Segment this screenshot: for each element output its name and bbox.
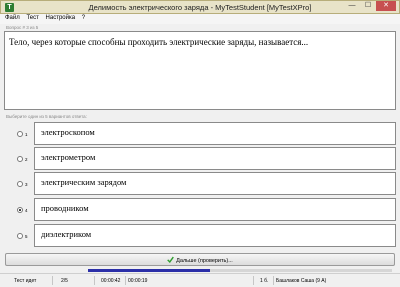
answer-box[interactable]: проводником bbox=[34, 198, 396, 221]
answer-number: 3 bbox=[25, 182, 28, 187]
status-elapsed-time: 00:00:42 bbox=[101, 278, 121, 284]
answers-hint: Выберите один из 5 вариантов ответа: bbox=[6, 114, 87, 119]
question-text: Тело, через которые способны проходить э… bbox=[9, 37, 309, 47]
radio-button[interactable] bbox=[17, 131, 23, 137]
close-button[interactable]: ✕ bbox=[376, 1, 396, 11]
answer-option-3[interactable]: 3 электрическим зарядом bbox=[4, 172, 396, 195]
window-title: Делимость электрического заряда - MyTest… bbox=[88, 3, 312, 12]
status-state: Тест идет bbox=[14, 278, 37, 284]
radio-button-checked[interactable] bbox=[17, 207, 23, 213]
answer-radio-wrap[interactable]: 4 bbox=[4, 198, 34, 221]
answer-number: 1 bbox=[25, 132, 28, 137]
answer-box[interactable]: диэлектриком bbox=[34, 224, 396, 247]
answer-text: проводником bbox=[41, 203, 89, 213]
answer-text: электроскопом bbox=[41, 127, 95, 137]
check-icon bbox=[167, 256, 175, 263]
answer-text: электрометром bbox=[41, 152, 96, 162]
title-bar: T Делимость электрического заряда - MyTe… bbox=[0, 0, 400, 14]
status-question-time: 00:00:19 bbox=[128, 278, 148, 284]
radio-button[interactable] bbox=[17, 156, 23, 162]
menu-item-file[interactable]: Файл bbox=[5, 14, 20, 23]
answer-box[interactable]: электрометром bbox=[34, 147, 396, 170]
next-button-content: Дальше (проверить)... bbox=[6, 256, 394, 264]
menu-item-test[interactable]: Тест bbox=[26, 14, 38, 23]
status-score: 1 б. bbox=[260, 278, 269, 284]
question-panel: Тело, через которые способны проходить э… bbox=[4, 31, 396, 110]
status-separator bbox=[125, 276, 126, 285]
answer-option-1[interactable]: 1 электроскопом bbox=[4, 122, 396, 145]
menu-item-settings[interactable]: Настройка bbox=[46, 14, 76, 23]
next-button-label: Дальше (проверить)... bbox=[176, 258, 233, 264]
status-user: Башлаков Саша (9 А) bbox=[276, 278, 327, 284]
answer-radio-wrap[interactable]: 3 bbox=[4, 172, 34, 195]
status-separator bbox=[94, 276, 95, 285]
radio-button[interactable] bbox=[17, 233, 23, 239]
answer-radio-wrap[interactable]: 5 bbox=[4, 224, 34, 247]
answer-box[interactable]: электрическим зарядом bbox=[34, 172, 396, 195]
status-question-count: 2/5 bbox=[61, 278, 68, 284]
answer-radio-wrap[interactable]: 2 bbox=[4, 147, 34, 170]
test-progress-bar bbox=[88, 269, 392, 272]
answer-text: электрическим зарядом bbox=[41, 177, 127, 187]
answer-radio-wrap[interactable]: 1 bbox=[4, 122, 34, 145]
answer-number: 4 bbox=[25, 208, 28, 213]
status-separator bbox=[52, 276, 53, 285]
answer-text: диэлектриком bbox=[41, 229, 92, 239]
question-number-label: Вопрос # 3 из 5 bbox=[6, 25, 39, 30]
menu-bar: Файл Тест Настройка ? bbox=[0, 14, 400, 24]
minimize-button[interactable]: — bbox=[345, 1, 359, 11]
answer-option-2[interactable]: 2 электрометром bbox=[4, 147, 396, 170]
status-separator bbox=[273, 276, 274, 285]
answer-number: 5 bbox=[25, 234, 28, 239]
answer-option-5[interactable]: 5 диэлектриком bbox=[4, 224, 396, 247]
answer-box[interactable]: электроскопом bbox=[34, 122, 396, 145]
answer-option-4[interactable]: 4 проводником bbox=[4, 198, 396, 221]
status-bar: Тест идет 2/5 00:00:42 00:00:19 1 б. Баш… bbox=[0, 273, 400, 287]
maximize-button[interactable]: ☐ bbox=[361, 1, 375, 11]
status-separator bbox=[253, 276, 254, 285]
answer-number: 2 bbox=[25, 157, 28, 162]
progress-fill bbox=[88, 269, 210, 272]
next-check-button[interactable]: Дальше (проверить)... bbox=[5, 253, 395, 266]
radio-button[interactable] bbox=[17, 181, 23, 187]
menu-item-help[interactable]: ? bbox=[82, 14, 85, 23]
